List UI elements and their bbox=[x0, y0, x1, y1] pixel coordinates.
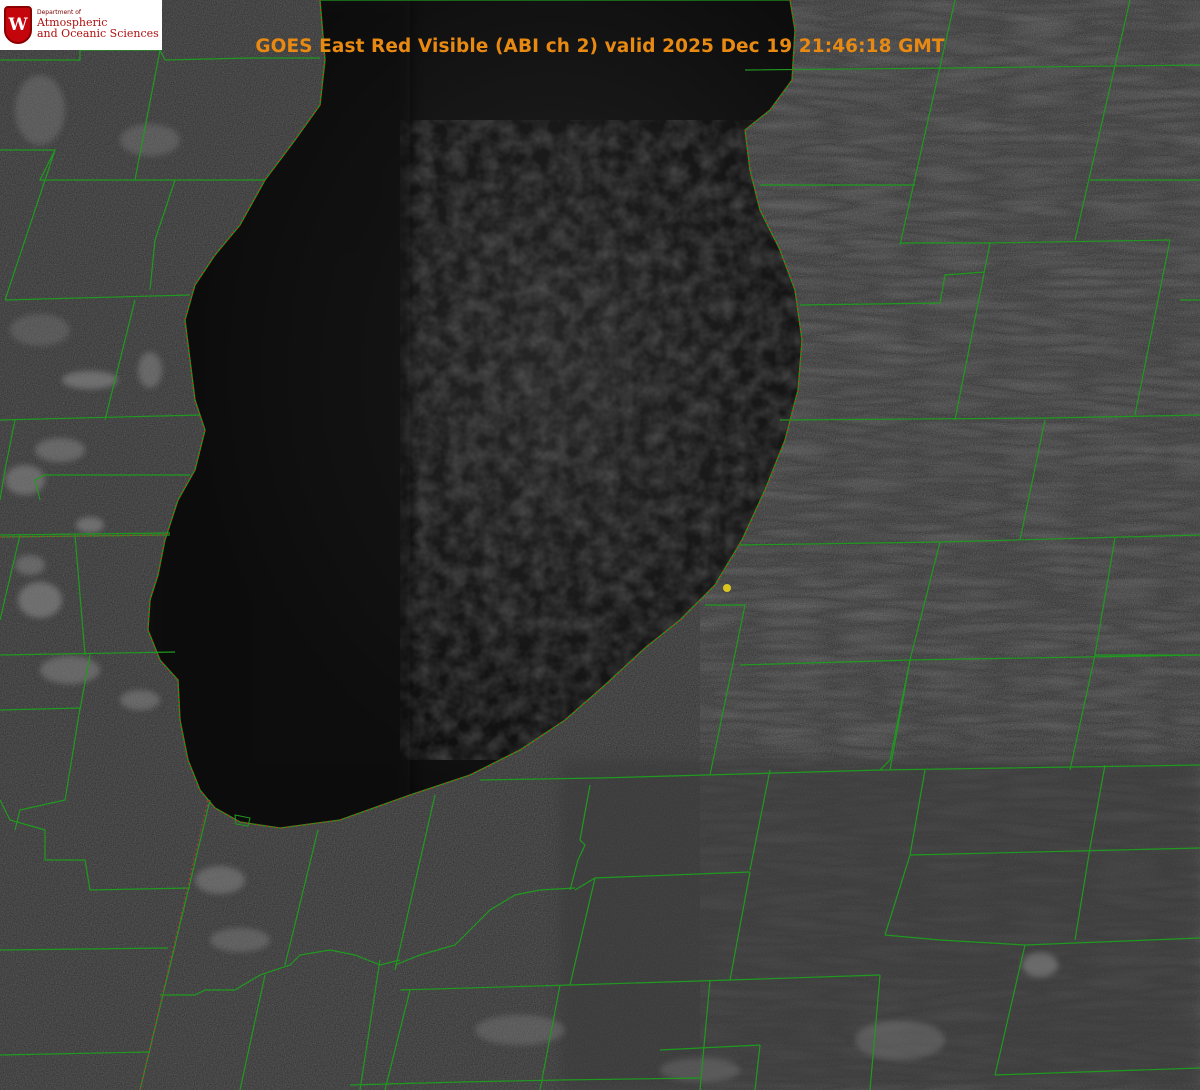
yellow-dot-icon bbox=[723, 584, 731, 592]
image-title: GOES East Red Visible (ABI ch 2) valid 2… bbox=[255, 36, 945, 57]
seal-letter: W bbox=[8, 14, 28, 35]
satellite-map bbox=[0, 0, 1200, 1090]
